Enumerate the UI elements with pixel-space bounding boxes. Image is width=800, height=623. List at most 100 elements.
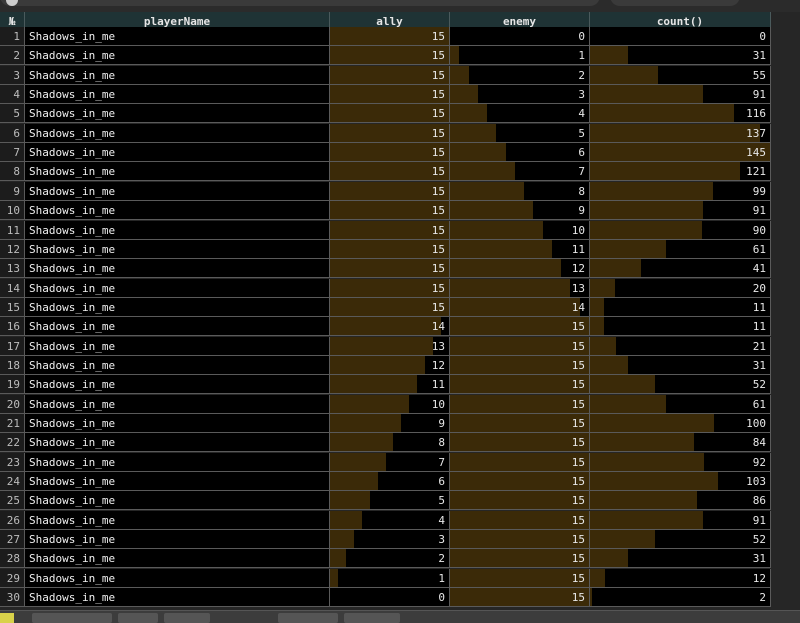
table-row[interactable]: 29 Shadows_in_me 1 15 12 bbox=[0, 568, 771, 588]
cell-playername[interactable]: Shadows_in_me bbox=[25, 65, 330, 85]
cell-ally[interactable]: 10 bbox=[330, 394, 450, 414]
row-number[interactable]: 11 bbox=[0, 220, 25, 240]
table-row[interactable]: 17 Shadows_in_me 13 15 21 bbox=[0, 336, 771, 356]
cell-enemy[interactable]: 15 bbox=[450, 549, 590, 569]
table-row[interactable]: 15 Shadows_in_me 15 14 11 bbox=[0, 297, 771, 317]
cell-playername[interactable]: Shadows_in_me bbox=[25, 239, 330, 259]
cell-ally[interactable]: 15 bbox=[330, 181, 450, 201]
row-number[interactable]: 26 bbox=[0, 510, 25, 530]
cell-enemy[interactable]: 3 bbox=[450, 85, 590, 105]
cell-playername[interactable]: Shadows_in_me bbox=[25, 162, 330, 182]
cell-playername[interactable]: Shadows_in_me bbox=[25, 414, 330, 433]
cell-playername[interactable]: Shadows_in_me bbox=[25, 375, 330, 395]
cell-playername[interactable]: Shadows_in_me bbox=[25, 143, 330, 163]
table-row[interactable]: 1 Shadows_in_me 15 0 0 bbox=[0, 27, 771, 46]
cell-enemy[interactable]: 15 bbox=[450, 394, 590, 414]
table-row[interactable]: 19 Shadows_in_me 11 15 52 bbox=[0, 375, 771, 395]
table-row[interactable]: 18 Shadows_in_me 12 15 31 bbox=[0, 355, 771, 375]
cell-count[interactable]: 137 bbox=[590, 123, 771, 143]
cell-enemy[interactable]: 15 bbox=[450, 510, 590, 530]
cell-ally[interactable]: 2 bbox=[330, 549, 450, 569]
table-row[interactable]: 8 Shadows_in_me 15 7 121 bbox=[0, 162, 771, 182]
table-row[interactable]: 20 Shadows_in_me 10 15 61 bbox=[0, 394, 771, 414]
table-row[interactable]: 27 Shadows_in_me 3 15 52 bbox=[0, 530, 771, 550]
cell-playername[interactable]: Shadows_in_me bbox=[25, 46, 330, 66]
table-row[interactable]: 16 Shadows_in_me 14 15 11 bbox=[0, 317, 771, 337]
cell-ally[interactable]: 15 bbox=[330, 143, 450, 163]
table-row[interactable]: 5 Shadows_in_me 15 4 116 bbox=[0, 104, 771, 124]
cell-playername[interactable]: Shadows_in_me bbox=[25, 181, 330, 201]
cell-ally[interactable]: 15 bbox=[330, 65, 450, 85]
cell-playername[interactable]: Shadows_in_me bbox=[25, 568, 330, 588]
cell-ally[interactable]: 15 bbox=[330, 27, 450, 46]
cell-enemy[interactable]: 5 bbox=[450, 123, 590, 143]
cell-playername[interactable]: Shadows_in_me bbox=[25, 433, 330, 453]
cell-ally[interactable]: 15 bbox=[330, 201, 450, 221]
table-row[interactable]: 9 Shadows_in_me 15 8 99 bbox=[0, 181, 771, 201]
cell-ally[interactable]: 1 bbox=[330, 568, 450, 588]
cell-enemy[interactable]: 9 bbox=[450, 201, 590, 221]
cell-playername[interactable]: Shadows_in_me bbox=[25, 530, 330, 550]
cell-ally[interactable]: 12 bbox=[330, 355, 450, 375]
cell-playername[interactable]: Shadows_in_me bbox=[25, 510, 330, 530]
row-number[interactable]: 30 bbox=[0, 588, 25, 608]
table-row[interactable]: 23 Shadows_in_me 7 15 92 bbox=[0, 452, 771, 472]
cell-enemy[interactable]: 15 bbox=[450, 568, 590, 588]
cell-count[interactable]: 121 bbox=[590, 162, 771, 182]
row-number[interactable]: 15 bbox=[0, 297, 25, 317]
cell-playername[interactable]: Shadows_in_me bbox=[25, 27, 330, 46]
cell-count[interactable]: 91 bbox=[590, 510, 771, 530]
row-number[interactable]: 19 bbox=[0, 375, 25, 395]
cell-count[interactable]: 0 bbox=[590, 27, 771, 46]
cell-count[interactable]: 91 bbox=[590, 201, 771, 221]
cell-enemy[interactable]: 15 bbox=[450, 317, 590, 337]
row-number[interactable]: 16 bbox=[0, 317, 25, 337]
cell-playername[interactable]: Shadows_in_me bbox=[25, 104, 330, 124]
cell-playername[interactable]: Shadows_in_me bbox=[25, 491, 330, 511]
cell-ally[interactable]: 15 bbox=[330, 104, 450, 124]
cell-enemy[interactable]: 15 bbox=[450, 472, 590, 492]
cell-ally[interactable]: 15 bbox=[330, 85, 450, 105]
cell-count[interactable]: 61 bbox=[590, 239, 771, 259]
cell-ally[interactable]: 13 bbox=[330, 336, 450, 356]
cell-playername[interactable]: Shadows_in_me bbox=[25, 259, 330, 279]
cell-playername[interactable]: Shadows_in_me bbox=[25, 297, 330, 317]
table-row[interactable]: 4 Shadows_in_me 15 3 91 bbox=[0, 85, 771, 105]
row-number[interactable]: 14 bbox=[0, 278, 25, 298]
row-number[interactable]: 25 bbox=[0, 491, 25, 511]
table-row[interactable]: 7 Shadows_in_me 15 6 145 bbox=[0, 143, 771, 163]
cell-ally[interactable]: 14 bbox=[330, 317, 450, 337]
browser-tab[interactable] bbox=[0, 0, 600, 6]
cell-count[interactable]: 2 bbox=[590, 588, 771, 608]
row-number[interactable]: 12 bbox=[0, 239, 25, 259]
table-row[interactable]: 24 Shadows_in_me 6 15 103 bbox=[0, 472, 771, 492]
cell-count[interactable]: 12 bbox=[590, 568, 771, 588]
cell-enemy[interactable]: 15 bbox=[450, 355, 590, 375]
cell-enemy[interactable]: 15 bbox=[450, 375, 590, 395]
cell-count[interactable]: 84 bbox=[590, 433, 771, 453]
table-row[interactable]: 3 Shadows_in_me 15 2 55 bbox=[0, 65, 771, 85]
cell-ally[interactable]: 15 bbox=[330, 278, 450, 298]
cell-enemy[interactable]: 11 bbox=[450, 239, 590, 259]
cell-playername[interactable]: Shadows_in_me bbox=[25, 549, 330, 569]
cell-enemy[interactable]: 6 bbox=[450, 143, 590, 163]
cell-count[interactable]: 20 bbox=[590, 278, 771, 298]
table-row[interactable]: 13 Shadows_in_me 15 12 41 bbox=[0, 259, 771, 279]
row-number[interactable]: 22 bbox=[0, 433, 25, 453]
cell-playername[interactable]: Shadows_in_me bbox=[25, 201, 330, 221]
cell-count[interactable]: 11 bbox=[590, 317, 771, 337]
cell-count[interactable]: 61 bbox=[590, 394, 771, 414]
cell-ally[interactable]: 7 bbox=[330, 452, 450, 472]
table-row[interactable]: 12 Shadows_in_me 15 11 61 bbox=[0, 239, 771, 259]
cell-ally[interactable]: 15 bbox=[330, 297, 450, 317]
row-number[interactable]: 4 bbox=[0, 85, 25, 105]
cell-count[interactable]: 55 bbox=[590, 65, 771, 85]
cell-playername[interactable]: Shadows_in_me bbox=[25, 472, 330, 492]
table-row[interactable]: 22 Shadows_in_me 8 15 84 bbox=[0, 433, 771, 453]
cell-count[interactable]: 92 bbox=[590, 452, 771, 472]
cell-count[interactable]: 145 bbox=[590, 143, 771, 163]
cell-ally[interactable]: 11 bbox=[330, 375, 450, 395]
row-number[interactable]: 9 bbox=[0, 181, 25, 201]
browser-tab-secondary[interactable] bbox=[610, 0, 740, 6]
cell-playername[interactable]: Shadows_in_me bbox=[25, 588, 330, 608]
